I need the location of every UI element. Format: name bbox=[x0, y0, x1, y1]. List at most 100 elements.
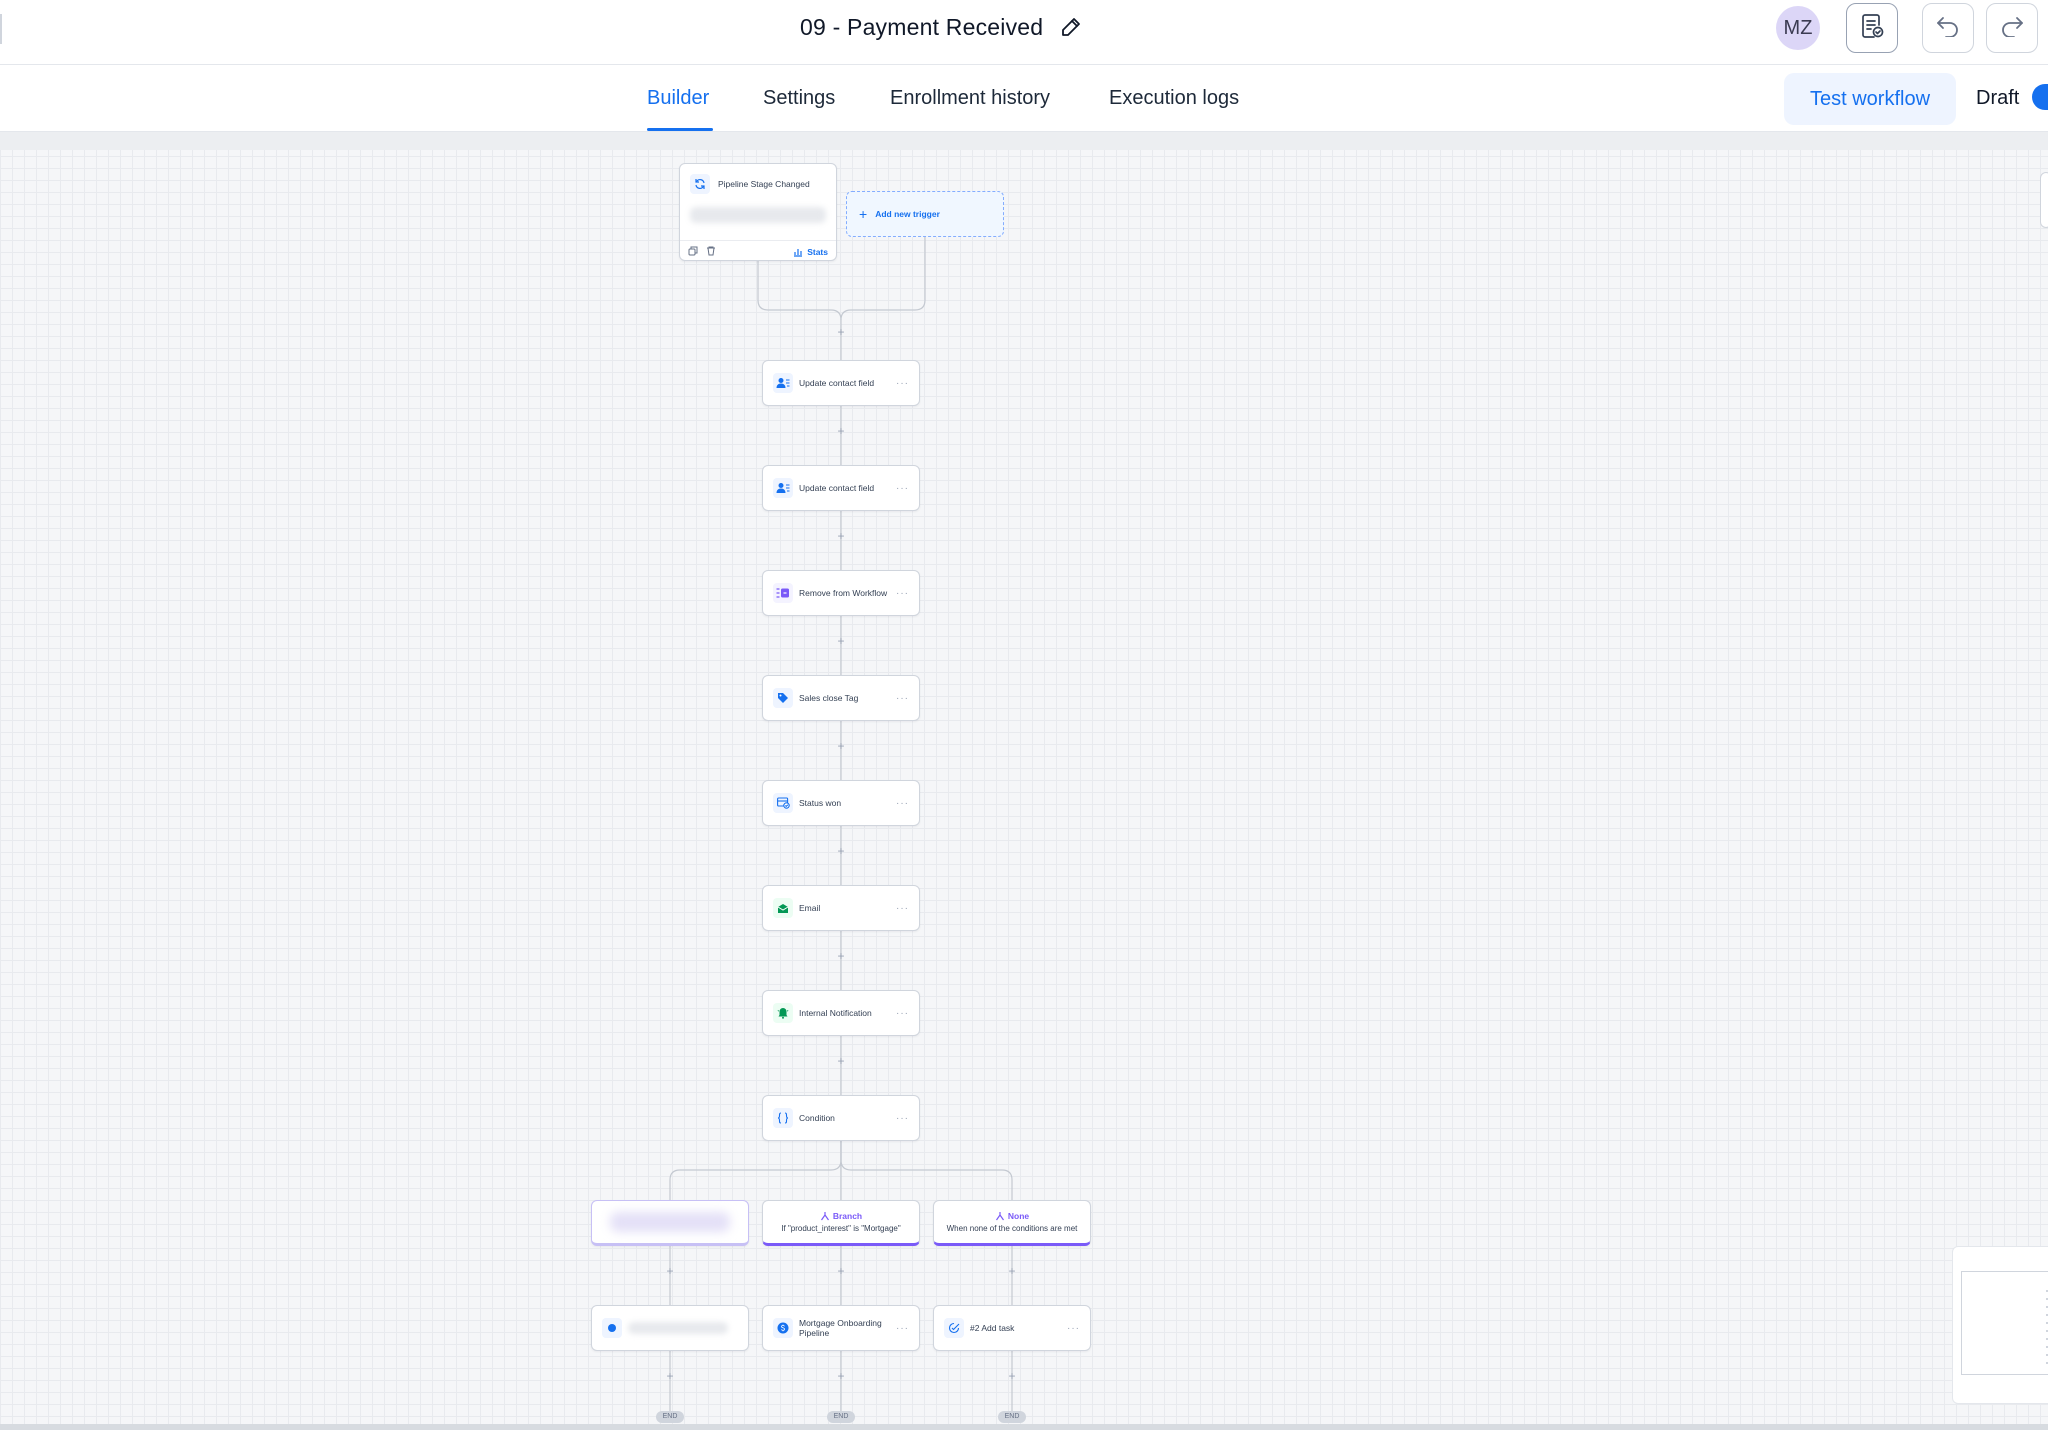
action-label: Internal Notification bbox=[799, 1008, 872, 1018]
end-marker: END bbox=[827, 1411, 855, 1423]
minimap-viewport[interactable] bbox=[1961, 1271, 2048, 1375]
trigger-label: Pipeline Stage Changed bbox=[718, 179, 810, 189]
branch-icon bbox=[995, 1212, 1004, 1221]
tab-bar: Builder Settings Enrollment history Exec… bbox=[0, 65, 2048, 132]
canvas-bottom-edge bbox=[0, 1424, 2048, 1430]
branch-title: None bbox=[995, 1211, 1029, 1221]
tab-builder[interactable]: Builder bbox=[647, 87, 709, 110]
plus-icon: + bbox=[859, 206, 868, 222]
action-update-contact-field[interactable]: Update contact field ··· bbox=[762, 465, 920, 511]
undo-icon bbox=[1935, 15, 1961, 42]
trigger-footer: Stats bbox=[680, 240, 836, 262]
more-options-icon[interactable]: ··· bbox=[896, 1113, 909, 1124]
bell-icon bbox=[773, 1003, 793, 1023]
add-step-button[interactable]: + bbox=[835, 1265, 847, 1277]
action-sales-close-tag[interactable]: Sales close Tag ··· bbox=[762, 675, 920, 721]
add-step-button[interactable]: + bbox=[835, 740, 847, 752]
branch-none-card[interactable]: None When none of the conditions are met bbox=[933, 1200, 1091, 1246]
more-options-icon[interactable]: ··· bbox=[896, 378, 909, 389]
remove-workflow-icon bbox=[773, 583, 793, 603]
more-options-icon[interactable]: ··· bbox=[896, 483, 909, 494]
more-options-icon[interactable]: ··· bbox=[896, 1323, 909, 1334]
trigger-filter-blurred bbox=[690, 207, 826, 223]
add-step-button[interactable]: + bbox=[835, 950, 847, 962]
add-step-button[interactable]: + bbox=[1006, 1265, 1018, 1277]
action-label: Status won bbox=[799, 798, 842, 808]
test-workflow-button[interactable]: Test workflow bbox=[1784, 73, 1956, 125]
left-edge-divider bbox=[0, 14, 2, 44]
action-blurred[interactable] bbox=[591, 1305, 749, 1351]
action-label: Update contact field bbox=[799, 378, 875, 388]
task-icon bbox=[944, 1318, 964, 1338]
action-mortgage-onboarding-pipeline[interactable]: Mortgage Onboarding Pipeline ··· bbox=[762, 1305, 920, 1351]
action-add-task[interactable]: #2 Add task ··· bbox=[933, 1305, 1091, 1351]
more-options-icon[interactable]: ··· bbox=[896, 588, 909, 599]
tab-settings[interactable]: Settings bbox=[763, 87, 835, 110]
trigger-card[interactable]: Pipeline Stage Changed Stats bbox=[679, 163, 837, 261]
more-options-icon[interactable]: ··· bbox=[1067, 1323, 1080, 1334]
branch-title-text: None bbox=[1007, 1211, 1030, 1221]
bar-chart-icon bbox=[794, 248, 803, 257]
branch-icon bbox=[820, 1212, 829, 1221]
trash-icon[interactable] bbox=[706, 243, 716, 261]
contact-icon bbox=[773, 478, 793, 498]
add-step-button[interactable]: + bbox=[664, 1370, 676, 1382]
add-step-button[interactable]: + bbox=[835, 845, 847, 857]
more-options-icon[interactable]: ··· bbox=[896, 798, 909, 809]
action-internal-notification[interactable]: Internal Notification ··· bbox=[762, 990, 920, 1036]
end-marker: END bbox=[656, 1411, 684, 1423]
action-condition[interactable]: Condition ··· bbox=[762, 1095, 920, 1141]
stats-button[interactable]: Stats bbox=[793, 247, 828, 257]
redo-button[interactable] bbox=[1986, 3, 2038, 53]
action-status-won[interactable]: Status won ··· bbox=[762, 780, 920, 826]
refresh-icon bbox=[690, 174, 710, 194]
document-check-icon bbox=[1860, 13, 1884, 44]
redo-icon bbox=[1999, 15, 2025, 42]
more-options-icon[interactable]: ··· bbox=[896, 693, 909, 704]
branch-description: If "product_interest" is "Mortgage" bbox=[781, 1224, 901, 1233]
tab-execution-logs[interactable]: Execution logs bbox=[1109, 87, 1239, 110]
branch-card[interactable]: Branch If "product_interest" is "Mortgag… bbox=[762, 1200, 920, 1246]
action-label: #2 Add task bbox=[970, 1323, 1015, 1333]
copy-icon[interactable] bbox=[688, 243, 698, 261]
workflow-title-group: 09 - Payment Received bbox=[800, 10, 1083, 44]
dollar-icon bbox=[773, 1318, 793, 1338]
add-step-button[interactable]: + bbox=[835, 530, 847, 542]
add-step-button[interactable]: + bbox=[835, 1370, 847, 1382]
branch-title: Branch bbox=[820, 1211, 862, 1221]
contact-icon bbox=[773, 373, 793, 393]
more-options-icon[interactable]: ··· bbox=[896, 1008, 909, 1019]
more-options-icon[interactable]: ··· bbox=[896, 903, 909, 914]
add-step-button[interactable]: + bbox=[835, 326, 847, 338]
action-label: Sales close Tag bbox=[799, 693, 859, 703]
end-marker: END bbox=[998, 1411, 1026, 1423]
add-step-button[interactable]: + bbox=[835, 1055, 847, 1067]
braces-icon bbox=[773, 1108, 793, 1128]
tag-icon bbox=[773, 688, 793, 708]
action-label: Mortgage Onboarding Pipeline bbox=[799, 1318, 882, 1338]
side-panel-handle[interactable] bbox=[2040, 172, 2048, 228]
action-label: Update contact field bbox=[799, 483, 875, 493]
add-new-trigger-button[interactable]: + Add new trigger bbox=[846, 191, 1004, 237]
blurred-label bbox=[628, 1322, 728, 1334]
minimap[interactable] bbox=[1952, 1246, 2048, 1404]
add-step-button[interactable]: + bbox=[835, 425, 847, 437]
branch-blurred-content bbox=[610, 1212, 730, 1232]
branch-card-blurred[interactable] bbox=[591, 1200, 749, 1246]
workflow-notes-button[interactable] bbox=[1846, 3, 1898, 53]
undo-button[interactable] bbox=[1922, 3, 1974, 53]
add-step-button[interactable]: + bbox=[664, 1265, 676, 1277]
workflow-title[interactable]: 09 - Payment Received bbox=[800, 14, 1043, 41]
pencil-icon[interactable] bbox=[1059, 15, 1083, 39]
add-step-button[interactable]: + bbox=[1006, 1370, 1018, 1382]
trigger-header: Pipeline Stage Changed bbox=[690, 174, 810, 194]
status-icon bbox=[773, 793, 793, 813]
blurred-icon bbox=[602, 1318, 622, 1338]
tab-enrollment-history[interactable]: Enrollment history bbox=[890, 87, 1050, 110]
action-label: Email bbox=[799, 903, 821, 913]
action-update-contact-field[interactable]: Update contact field ··· bbox=[762, 360, 920, 406]
add-step-button[interactable]: + bbox=[835, 635, 847, 647]
action-remove-from-workflow[interactable]: Remove from Workflow ··· bbox=[762, 570, 920, 616]
action-email[interactable]: Email ··· bbox=[762, 885, 920, 931]
avatar[interactable]: MZ bbox=[1776, 6, 1820, 50]
